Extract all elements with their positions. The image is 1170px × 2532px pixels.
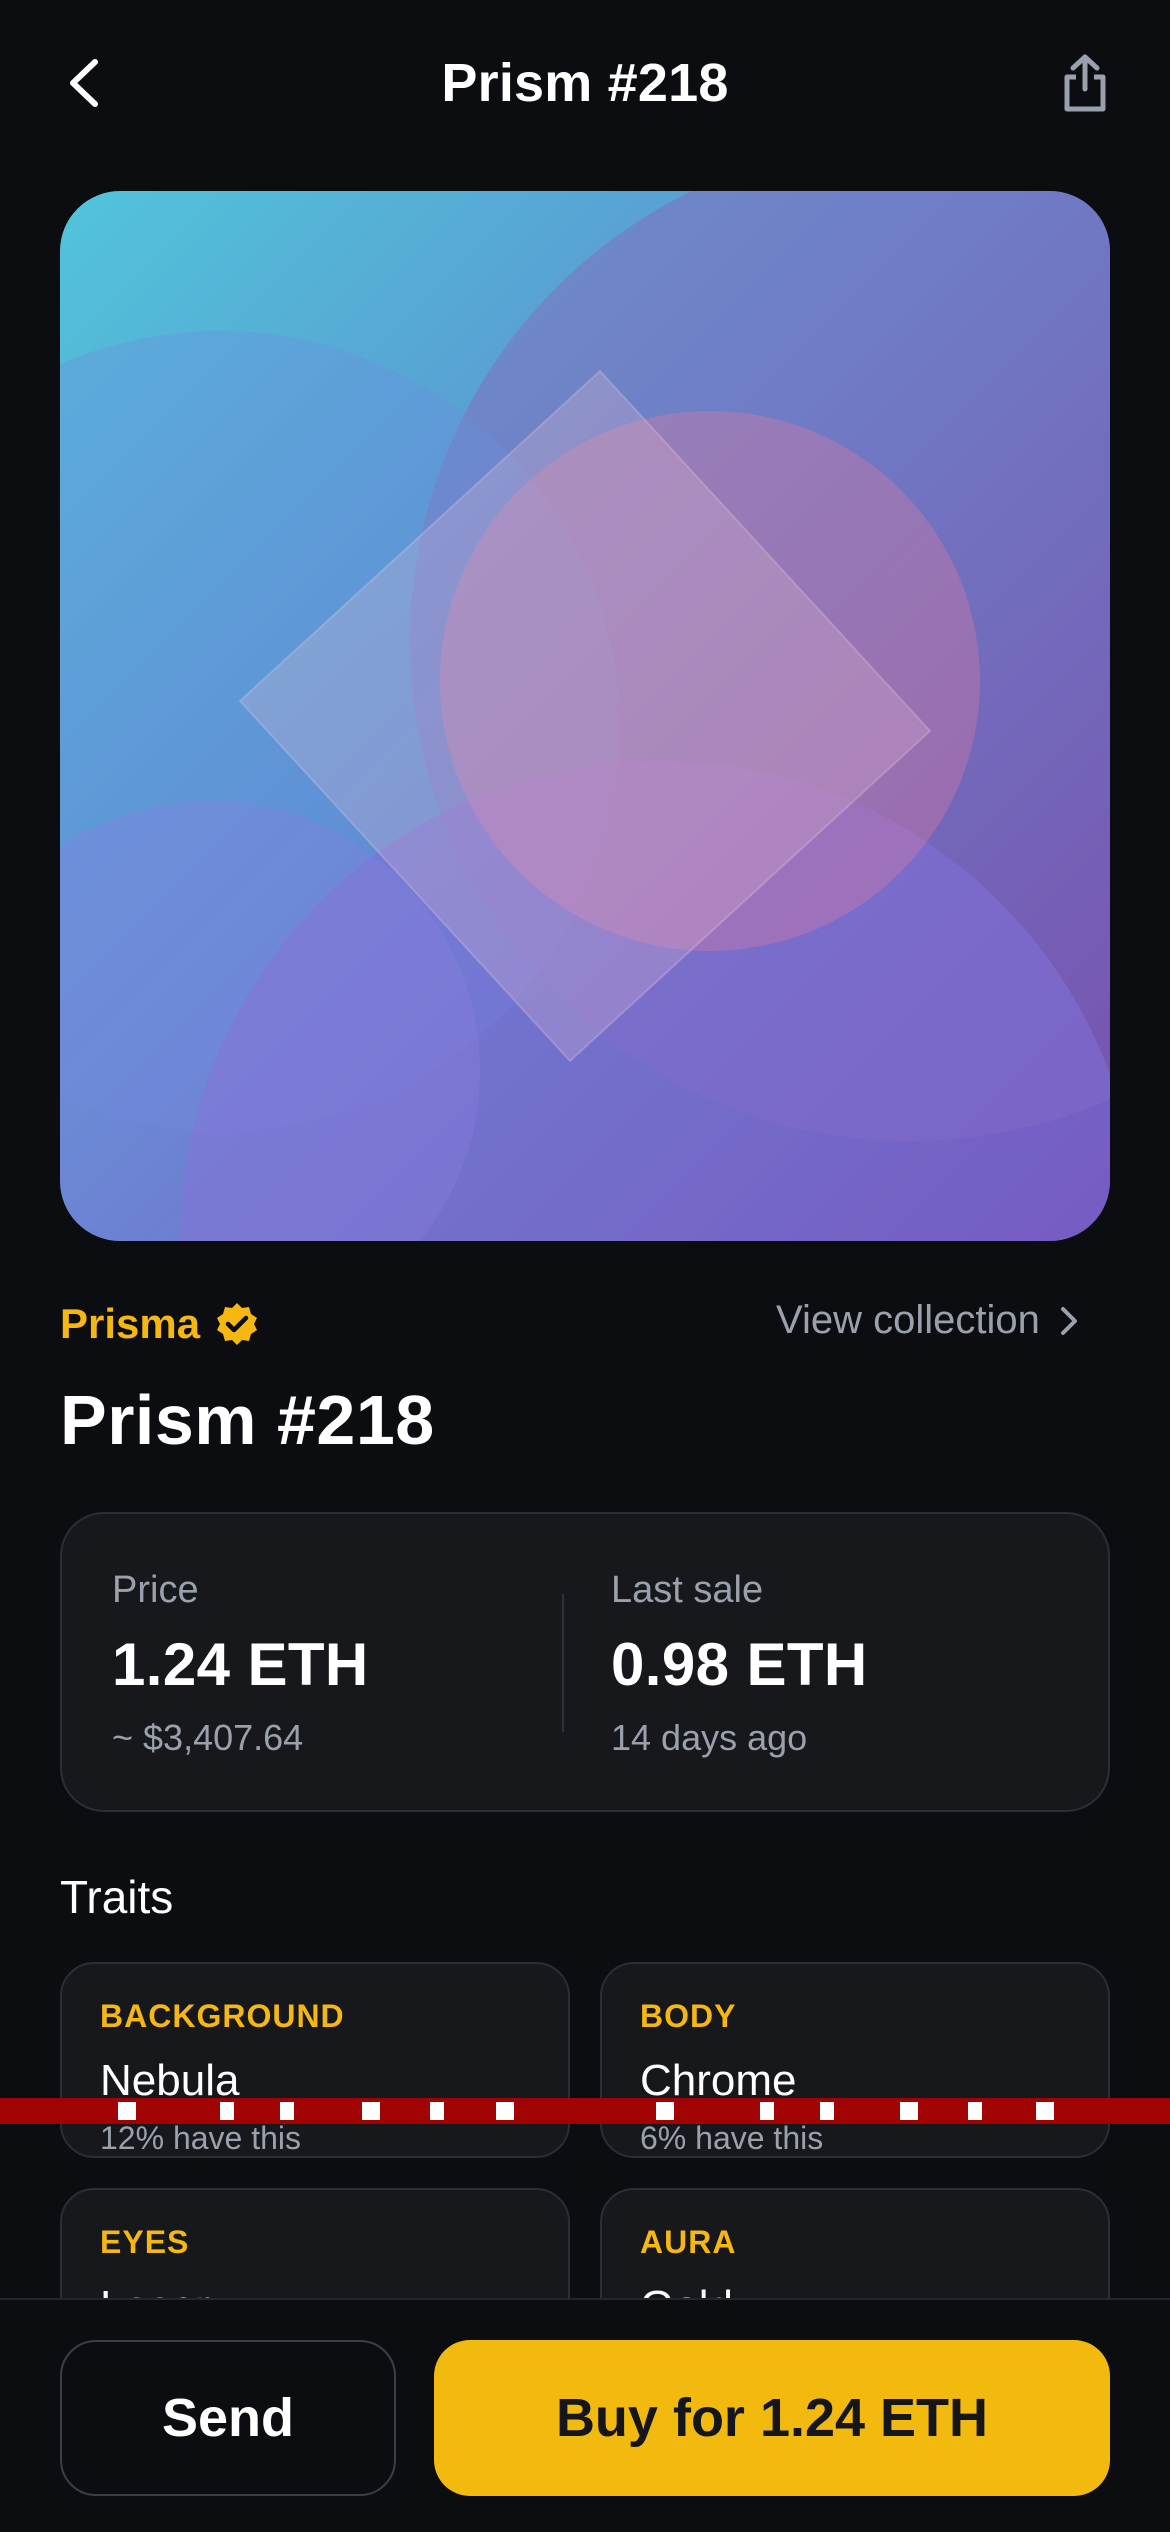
last-sale-column: Last sale 0.98 ETH 14 days ago: [611, 1569, 868, 1759]
collection-name[interactable]: Prisma: [60, 1300, 200, 1348]
page-title: Prism #218: [441, 53, 729, 113]
trait-rarity: 12% have this: [100, 2120, 302, 2156]
top-bar: Prism #218: [0, 0, 1170, 170]
collection-row: Prisma: [60, 1300, 260, 1348]
bottom-action-bar: Send Buy for 1.24 ETH: [0, 2298, 1170, 2532]
share-button[interactable]: [1050, 48, 1120, 118]
trait-card[interactable]: BACKGROUND Nebula 12% have this: [60, 1962, 570, 2158]
chevron-right-icon: [1060, 1306, 1077, 1335]
divider: [562, 1594, 564, 1732]
trait-type: AURA: [640, 2224, 737, 2260]
trait-card[interactable]: BODY Chrome 6% have this: [600, 1962, 1110, 2158]
price-card: Price 1.24 ETH ~ $3,407.64 Last sale 0.9…: [60, 1512, 1110, 1812]
share-icon: [1064, 54, 1106, 112]
nft-detail-screen: Prism #218 Prisma View collection Prism …: [0, 0, 1170, 2532]
buy-button[interactable]: Buy for 1.24 ETH: [434, 2340, 1110, 2496]
send-button[interactable]: Send: [60, 2340, 396, 2496]
nft-title: Prism #218: [60, 1381, 435, 1459]
trait-type: BODY: [640, 1998, 737, 2034]
trait-rarity: 6% have this: [640, 2120, 824, 2156]
back-button[interactable]: [50, 48, 120, 118]
view-collection-link[interactable]: View collection: [776, 1298, 1080, 1343]
traits-title: Traits: [60, 1871, 174, 1923]
price-column: Price 1.24 ETH ~ $3,407.64: [112, 1569, 369, 1759]
trait-type: EYES: [100, 2224, 190, 2260]
price-value: 1.24 ETH: [112, 1631, 369, 1698]
chevron-left-icon: [70, 59, 98, 107]
last-sale-value: 0.98 ETH: [611, 1631, 868, 1698]
view-collection-label: View collection: [776, 1298, 1040, 1342]
price-label: Price: [112, 1569, 199, 1611]
overlay-strip: [0, 2098, 1170, 2124]
trait-type: BACKGROUND: [100, 1998, 345, 2034]
verified-badge-icon: [217, 1303, 258, 1345]
nft-artwork[interactable]: [60, 191, 1110, 1241]
price-fiat: ~ $3,407.64: [112, 1717, 304, 1758]
artwork-image: [60, 191, 1110, 1241]
last-sale-label: Last sale: [611, 1569, 764, 1611]
last-sale-time: 14 days ago: [611, 1717, 808, 1758]
